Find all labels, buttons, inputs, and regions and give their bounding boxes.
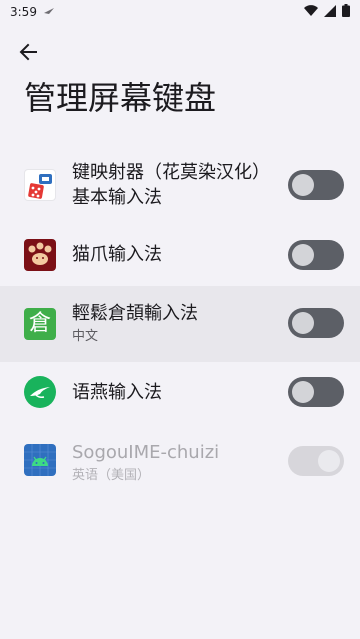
keyboard-title: 键映射器（花莫染汉化）基本输入法 (72, 162, 270, 208)
keyboard-row-cat-paw[interactable]: 猫爪输入法 (0, 218, 360, 286)
cat-paw-icon (24, 239, 56, 271)
keyboard-title: 輕鬆倉頡輸入法 (72, 303, 198, 324)
keyboard-title: 猫爪输入法 (72, 244, 162, 265)
keyboard-row-swallow[interactable]: 语燕输入法 (0, 362, 360, 424)
keyboard-row-key-mapper[interactable]: 键映射器（花莫染汉化）基本输入法 (0, 152, 360, 218)
keyboard-toggle[interactable] (288, 240, 344, 270)
toggle-thumb (292, 244, 314, 266)
keyboard-toggle[interactable] (288, 308, 344, 338)
battery-icon (342, 4, 350, 20)
arrow-back-icon (19, 43, 37, 61)
back-button[interactable] (12, 36, 44, 68)
keyboard-subtitle: 中文 (72, 329, 99, 344)
keyboard-toggle[interactable] (288, 377, 344, 407)
toggle-thumb (318, 450, 340, 472)
toggle-thumb (292, 174, 314, 196)
cangjie-icon: 倉 (24, 308, 56, 340)
keyboard-title: 语燕输入法 (72, 382, 162, 403)
keyboard-subtitle: 英语（美国） (72, 468, 151, 483)
status-bar: 3:59 (0, 0, 360, 24)
notification-icon (43, 5, 55, 19)
signal-icon (324, 4, 336, 20)
keyboard-toggle[interactable] (288, 170, 344, 200)
swallow-icon (24, 376, 56, 408)
keyboard-title: SogouIME-chuizi (72, 442, 220, 463)
toggle-thumb (292, 381, 314, 403)
android-icon (24, 444, 56, 476)
toggle-thumb (292, 312, 314, 334)
keyboard-row-cangjie[interactable]: 倉 輕鬆倉頡輸入法 中文 (0, 286, 360, 362)
page-title: 管理屏幕键盘 (24, 79, 217, 117)
status-time: 3:59 (10, 5, 37, 19)
keyboard-row-sogou: SogouIME-chuizi 英语（美国） (0, 424, 360, 500)
wifi-icon (304, 4, 318, 20)
keyboard-toggle (288, 446, 344, 476)
key-mapper-icon (24, 169, 56, 201)
